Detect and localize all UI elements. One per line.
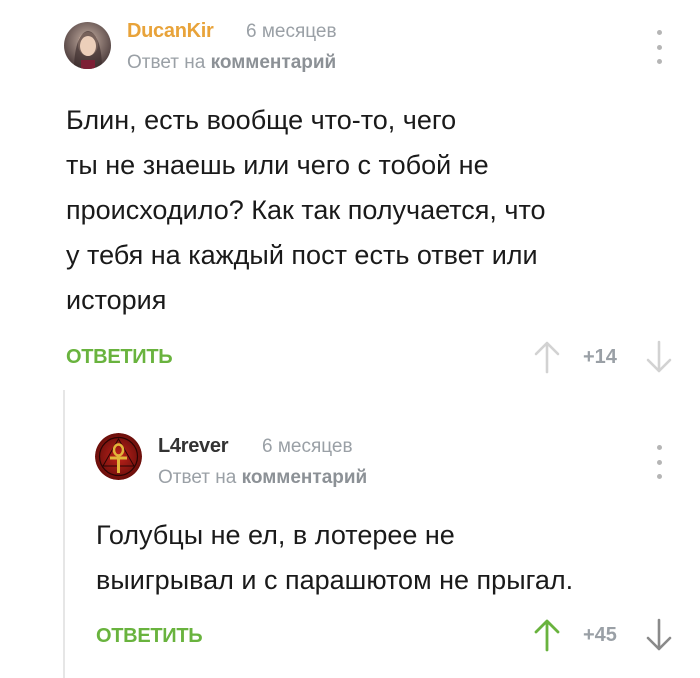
username[interactable]: L4rever <box>158 435 228 458</box>
more-options-icon[interactable] <box>653 30 665 64</box>
reply-to-link[interactable]: комментарий <box>242 467 368 488</box>
rating-score: +45 <box>583 624 617 646</box>
upvote-icon[interactable] <box>533 340 561 374</box>
comment-text: Блин, есть вообще что-то, чего ты не зна… <box>66 105 546 315</box>
comment-reply: L4rever 6 месяцев Ответ на комментарий Г… <box>0 395 700 678</box>
reply-to-prefix: Ответ на <box>127 52 206 73</box>
comment: DucanKir 6 месяцев Ответ на комментарий … <box>0 0 700 395</box>
timestamp: 6 месяцев <box>246 21 337 42</box>
reply-button[interactable]: ОТВЕТИТЬ <box>66 346 173 369</box>
reply-to-prefix: Ответ на <box>158 467 237 488</box>
reply-to-line: Ответ на комментарий <box>127 52 336 74</box>
upvote-icon[interactable] <box>533 618 561 652</box>
downvote-icon[interactable] <box>645 340 673 374</box>
rating-score: +14 <box>583 346 617 368</box>
reply-button[interactable]: ОТВЕТИТЬ <box>96 625 203 648</box>
avatar[interactable] <box>95 433 142 480</box>
reply-to-link[interactable]: комментарий <box>211 52 337 73</box>
downvote-icon[interactable] <box>645 618 673 652</box>
reply-to-line: Ответ на комментарий <box>158 467 367 489</box>
username[interactable]: DucanKir <box>127 20 214 43</box>
avatar[interactable] <box>64 22 111 69</box>
timestamp: 6 месяцев <box>262 436 353 457</box>
more-options-icon[interactable] <box>653 445 665 479</box>
comment-text: Голубцы не ел, в лотерее не выигрывал и … <box>96 520 574 595</box>
